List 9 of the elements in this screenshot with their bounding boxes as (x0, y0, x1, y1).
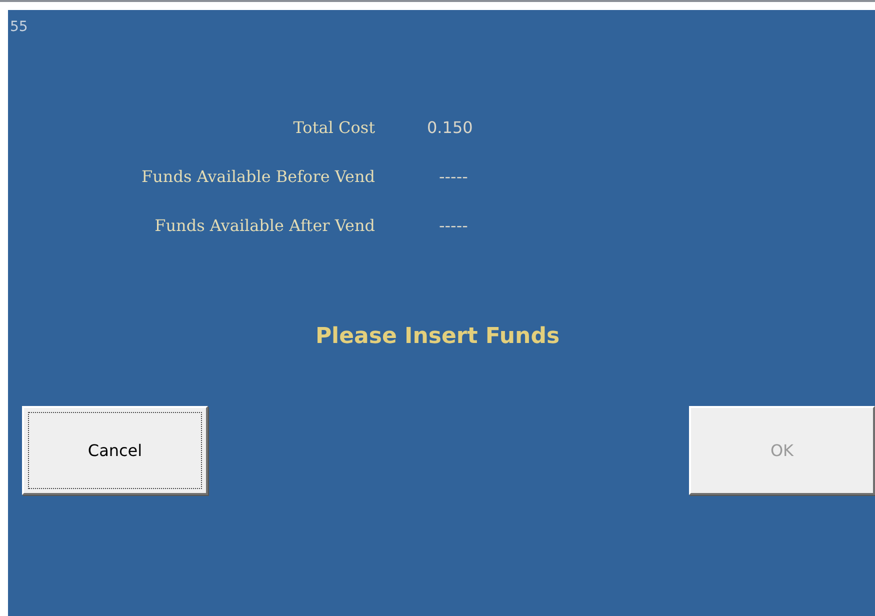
summary-label: Funds Available Before Vend (140, 166, 375, 186)
summary-label: Total Cost (292, 118, 375, 136)
summary-value: 0.150 (427, 118, 473, 136)
summary-value: ----- (439, 166, 468, 186)
screen-number: 55 (10, 19, 28, 35)
summary-label: Funds Available After Vend (154, 216, 375, 234)
cancel-button[interactable]: Cancel (22, 406, 208, 495)
status-message: Please Insert Funds (314, 324, 561, 349)
summary-value: ----- (439, 216, 468, 234)
